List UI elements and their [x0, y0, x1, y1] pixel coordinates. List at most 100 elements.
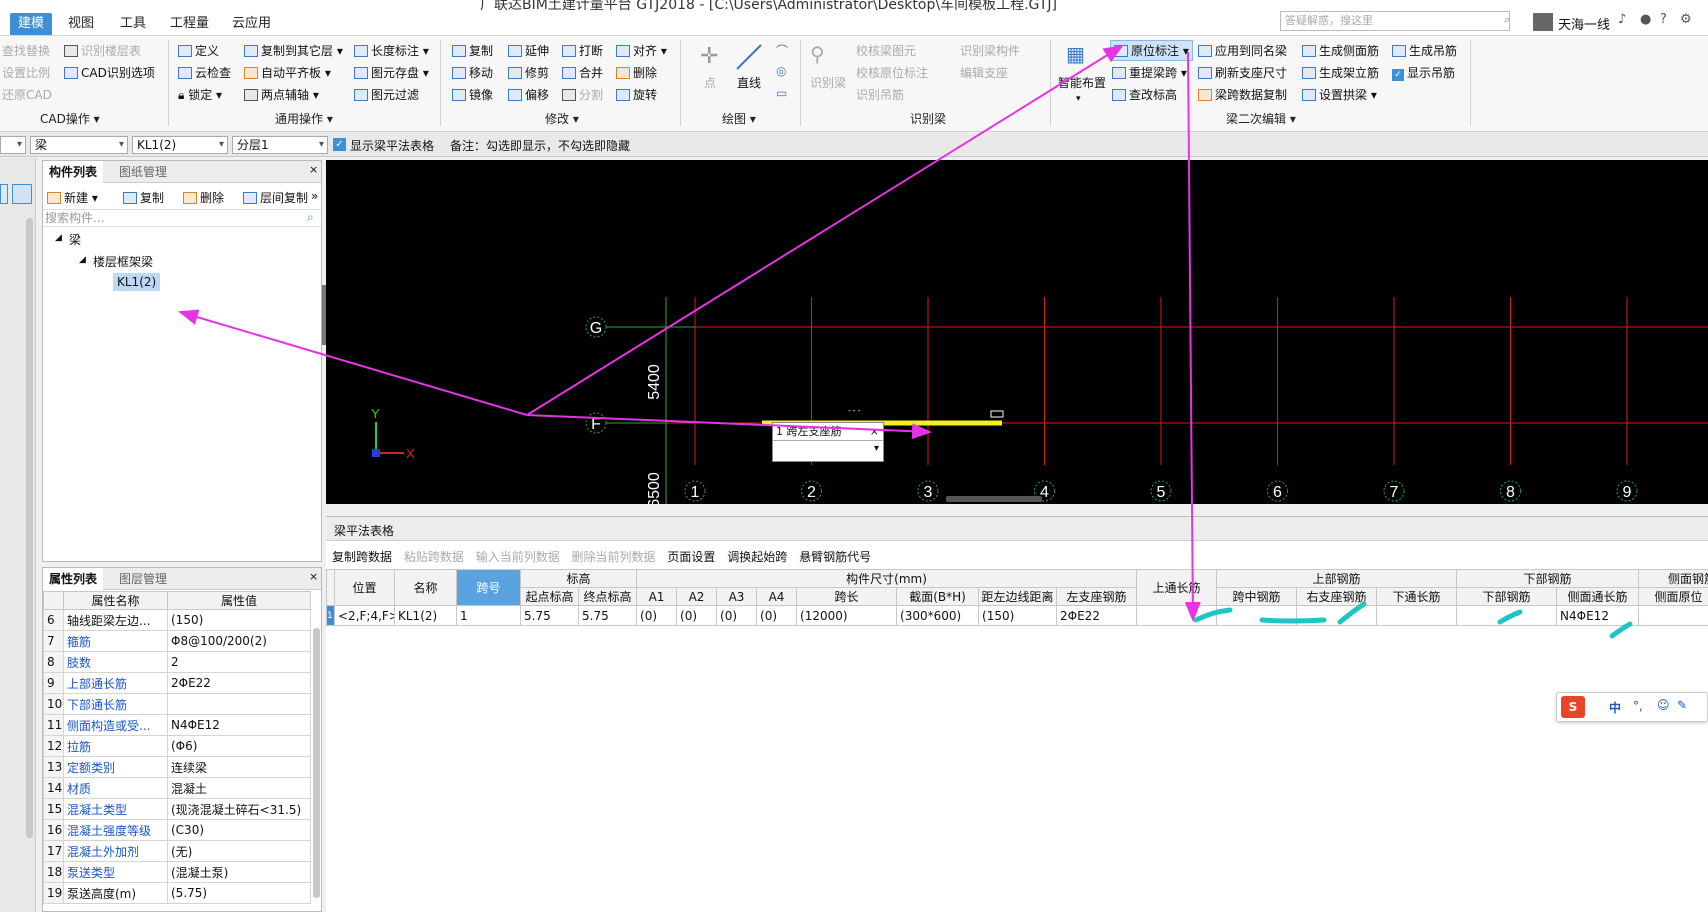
move-button[interactable]: 移动	[452, 64, 493, 81]
tab-drawing-management[interactable]: 图纸管理	[113, 161, 173, 183]
chevron-down-icon[interactable]: ▾	[874, 443, 879, 454]
re-extract-span-button[interactable]: 重提梁跨 ▾	[1112, 64, 1187, 81]
cell-a1[interactable]: (0)	[636, 605, 678, 626]
splitter-handle[interactable]	[946, 496, 1042, 502]
more-icon[interactable]: »	[311, 189, 318, 203]
cell-bottom-rebar[interactable]	[1456, 605, 1558, 626]
property-row[interactable]: 17 混凝土外加剂 (无)	[43, 840, 311, 862]
help-icon[interactable]: ?	[1660, 12, 1667, 27]
cell-side-in-situ[interactable]	[1638, 605, 1708, 626]
tab-cloud[interactable]: 云应用	[224, 13, 279, 35]
new-component-button[interactable]: 新建 ▾	[47, 189, 98, 206]
tab-property-list[interactable]: 属性列表	[43, 568, 104, 590]
arc-icon[interactable]: ⌒	[776, 42, 788, 59]
tab-view[interactable]: 视图	[60, 13, 102, 35]
cell-position[interactable]: <2,F;4,F>	[334, 605, 395, 626]
scrollbar[interactable]	[26, 218, 33, 838]
tab-modeling[interactable]: 建模	[10, 13, 53, 35]
break-button[interactable]: 打断	[562, 42, 603, 59]
scrollbar[interactable]	[313, 628, 320, 898]
group-label-modify[interactable]: 修改 ▾	[545, 110, 579, 127]
property-row[interactable]: 13 定额类别 连续梁	[43, 756, 311, 778]
rotate-button[interactable]: 旋转	[616, 86, 657, 103]
cloud-check-button[interactable]: 云检查	[178, 64, 231, 81]
property-value[interactable]: (C30)	[167, 819, 311, 841]
cell-name[interactable]: KL1(2)	[394, 605, 457, 626]
floor-select[interactable]	[0, 136, 26, 154]
rectangle-icon[interactable]: ▭	[776, 86, 787, 100]
cell-span[interactable]: 1	[456, 605, 521, 626]
swap-start-span-button[interactable]: 调换起始跨	[727, 550, 787, 564]
tab-layer-management[interactable]: 图层管理	[113, 568, 173, 590]
property-row[interactable]: 18 泵送类型 (混凝土泵)	[43, 861, 311, 883]
nav-tab-icon[interactable]	[0, 184, 8, 204]
ime-logo-icon[interactable]: S	[1561, 696, 1585, 718]
two-point-axis-button[interactable]: 两点辅轴 ▾	[244, 86, 319, 103]
copy-span-data-button[interactable]: 复制跨数据	[332, 550, 392, 564]
drawing-canvas[interactable]: 12345678910GF54006500- - -YX 1 跨左支座筋 × ▾	[326, 160, 1708, 504]
delete-component-button[interactable]: 删除	[183, 189, 224, 206]
recognize-floor-table-button[interactable]: 识别楼层表	[64, 42, 141, 59]
gen-hanger-button[interactable]: 生成吊筋	[1392, 42, 1457, 59]
mirror-button[interactable]: 镜像	[452, 86, 493, 103]
emoji-icon[interactable]: ☺	[1657, 698, 1670, 712]
layer-select[interactable]: 分层1	[232, 136, 328, 154]
bell-icon[interactable]: ♪	[1618, 12, 1626, 27]
property-value[interactable]: (5.75)	[167, 882, 311, 904]
cell-bottom-through[interactable]	[1376, 605, 1458, 626]
search-icon[interactable]: ⌕	[1504, 13, 1510, 27]
cell-span-length[interactable]: (12000)	[796, 605, 898, 626]
edit-support-button[interactable]: 编辑支座	[960, 64, 1008, 81]
property-value[interactable]: (无)	[167, 840, 311, 862]
search-icon[interactable]: ⌕	[307, 210, 314, 225]
group-label-cad[interactable]: CAD操作 ▾	[40, 110, 100, 127]
set-arch-beam-button[interactable]: 设置拱梁 ▾	[1302, 86, 1377, 103]
close-icon[interactable]: ×	[870, 423, 879, 440]
chat-icon[interactable]: ●	[1640, 12, 1651, 27]
copy-component-button[interactable]: 复制	[123, 189, 164, 206]
cell-a3[interactable]: (0)	[716, 605, 758, 626]
category-select[interactable]: 梁	[30, 136, 128, 154]
cell-a2[interactable]: (0)	[676, 605, 718, 626]
smart-layout-button[interactable]: 智能布置	[1058, 74, 1106, 91]
define-button[interactable]: 定义	[178, 42, 219, 59]
check-elevation-button[interactable]: 查改标高	[1112, 86, 1177, 103]
auto-flush-slab-button[interactable]: 自动平齐板 ▾	[244, 64, 331, 81]
property-value[interactable]: (现浇混凝土碎石<31.5)	[167, 798, 311, 820]
panel-splitter[interactable]	[322, 285, 326, 345]
row-index[interactable]: 1	[326, 605, 335, 626]
property-value[interactable]: 2ΦE22	[167, 672, 311, 694]
cell-side-through[interactable]: N4ΦE12	[1556, 605, 1640, 626]
popup-value-input[interactable]: ▾	[773, 441, 883, 461]
align-button[interactable]: 对齐 ▾	[616, 42, 667, 59]
property-value[interactable]: (Φ6)	[167, 735, 311, 757]
in-situ-popup[interactable]: 1 跨左支座筋 × ▾	[772, 422, 884, 462]
property-row[interactable]: 6 轴线距梁左边... (150)	[43, 609, 311, 631]
property-row[interactable]: 8 肢数 2	[43, 651, 311, 673]
copy-to-floor-button[interactable]: 复制到其它层 ▾	[244, 42, 343, 59]
lock-button[interactable]: 🔒︎ 锁定 ▾	[178, 86, 222, 103]
cad-drawing[interactable]: 12345678910GF54006500- - -YX	[326, 160, 1708, 504]
tab-tools[interactable]: 工具	[112, 13, 154, 35]
line-button[interactable]: 直线	[737, 74, 761, 91]
settings-icon[interactable]: ⚙	[1680, 12, 1692, 27]
tree-leaf-kl1[interactable]: KL1(2)	[113, 273, 161, 291]
point-icon[interactable]: ✛	[700, 44, 718, 69]
property-row[interactable]: 10 下部通长筋	[43, 693, 311, 715]
cad-options-button[interactable]: CAD识别选项	[64, 64, 155, 81]
interlayer-copy-button[interactable]: 层间复制	[243, 189, 308, 206]
recognize-beam-button[interactable]: 识别梁	[810, 74, 846, 91]
tree-node-beam[interactable]: 梁	[69, 231, 81, 248]
cell-left-support-rebar[interactable]	[1136, 605, 1218, 626]
cell-a4[interactable]: (0)	[756, 605, 798, 626]
close-icon[interactable]: ×	[309, 570, 318, 583]
gen-side-rebar-button[interactable]: 生成侧面筋	[1302, 42, 1379, 59]
property-value[interactable]: (混凝土泵)	[167, 861, 311, 883]
property-row[interactable]: 7 箍筋 Φ8@100/200(2)	[43, 630, 311, 652]
tree-expand-icon[interactable]: ◢	[79, 255, 86, 265]
recognize-beam-component-button[interactable]: 识别梁构件	[960, 42, 1020, 59]
show-table-checkbox[interactable]: ✓	[333, 138, 346, 151]
cell-end-elevation[interactable]: 5.75	[577, 605, 638, 626]
set-scale-button[interactable]: 设置比例	[2, 64, 50, 81]
save-element-button[interactable]: 图元存盘 ▾	[354, 64, 429, 81]
